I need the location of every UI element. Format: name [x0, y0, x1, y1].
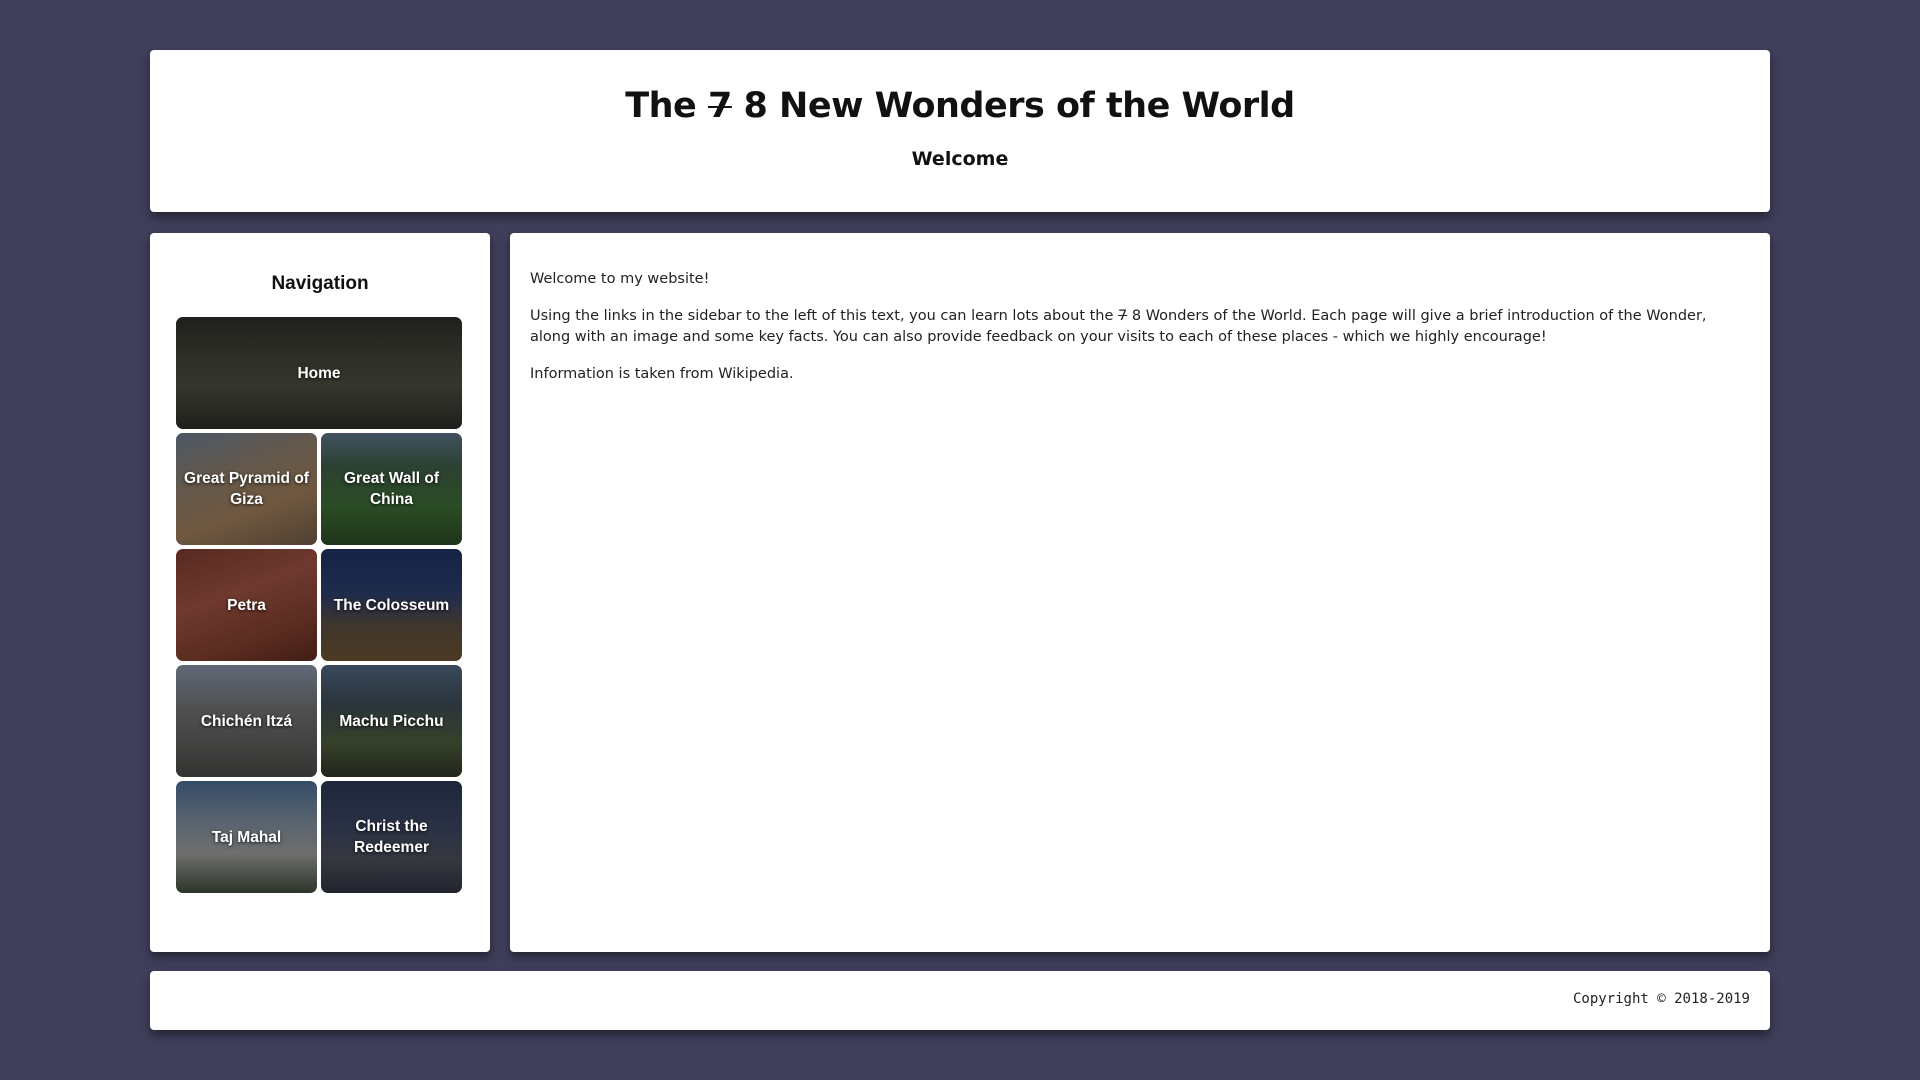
nav-link-label: Christ the Redeemer — [354, 818, 429, 856]
sidebar: Navigation Home Great Pyramid of Giza Gr… — [150, 233, 490, 952]
nav-link-label: Taj Mahal — [211, 828, 282, 846]
nav-link-label: Chichén Itzá — [200, 712, 293, 730]
nav-link-label: Home — [297, 364, 341, 382]
site-title-struck-number: 7 — [707, 86, 732, 126]
site-title: The 7 8 New Wonders of the World — [150, 50, 1770, 126]
nav-link-chichen-itza[interactable]: Chichén Itzá — [176, 665, 317, 777]
description-text-start: Using the links in the sidebar to the le… — [530, 308, 1119, 324]
nav-link-label: Great Wall of China — [343, 470, 440, 508]
nav-link-petra[interactable]: Petra — [176, 549, 317, 661]
copyright-text: Copyright © 2018-2019 — [1572, 991, 1750, 1007]
nav-link-great-pyramid-of-giza[interactable]: Great Pyramid of Giza — [176, 433, 317, 545]
description-paragraph: Using the links in the sidebar to the le… — [530, 306, 1750, 348]
nav-link-great-wall-of-china[interactable]: Great Wall of China — [321, 433, 462, 545]
nav-link-christ-the-redeemer[interactable]: Christ the Redeemer — [321, 781, 462, 893]
nav-link-label: Petra — [227, 596, 266, 614]
site-title-prefix: The — [625, 86, 708, 126]
nav-link-label: Machu Picchu — [339, 712, 444, 730]
site-footer: Copyright © 2018-2019 — [150, 971, 1770, 1030]
nav-link-taj-mahal[interactable]: Taj Mahal — [176, 781, 317, 893]
source-paragraph: Information is taken from Wikipedia. — [530, 366, 794, 382]
main-content: Welcome to my website! Using the links i… — [510, 233, 1770, 952]
nav-link-label: The Colosseum — [333, 596, 450, 614]
nav-link-the-colosseum[interactable]: The Colosseum — [321, 549, 462, 661]
site-header: The 7 8 New Wonders of the World Welcome — [150, 50, 1770, 212]
nav-link-machu-picchu[interactable]: Machu Picchu — [321, 665, 462, 777]
page-subtitle: Welcome — [911, 148, 1009, 170]
intro-paragraph: Welcome to my website! — [530, 271, 710, 287]
site-title-rest: 8 New Wonders of the World — [731, 86, 1296, 126]
nav-link-label: Great Pyramid of Giza — [184, 470, 309, 508]
nav-link-home[interactable]: Home — [176, 317, 462, 429]
nav-heading: Navigation — [271, 273, 369, 294]
description-struck-number: 7 — [1118, 308, 1128, 324]
